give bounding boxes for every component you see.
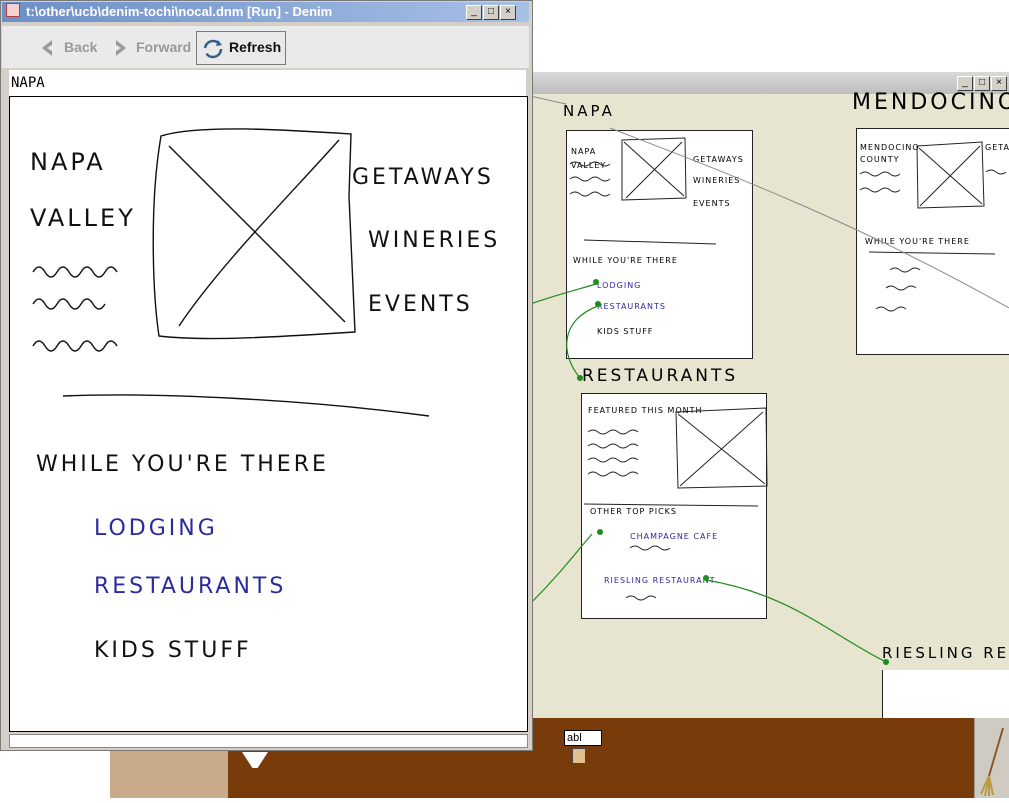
status-bar (9, 734, 528, 748)
stamp-icon[interactable] (572, 748, 586, 764)
refresh-button[interactable]: Refresh (196, 31, 286, 65)
text-tool[interactable]: abl (564, 730, 602, 746)
app-icon[interactable] (6, 3, 20, 17)
minimize-button[interactable]: _ (957, 76, 973, 91)
run-minimize-button[interactable]: _ (466, 5, 482, 20)
forward-button[interactable]: Forward (136, 34, 191, 60)
broom-icon (980, 727, 1004, 797)
eraser-tool[interactable] (974, 718, 1009, 798)
page-name-field: NAPA (9, 70, 526, 96)
close-button[interactable]: × (991, 76, 1007, 91)
page-sketch (32, 128, 430, 417)
run-maximize-button[interactable]: □ (483, 5, 499, 20)
maximize-button[interactable]: □ (974, 76, 990, 91)
forward-arrow-icon (110, 38, 130, 58)
run-window-titlebar[interactable]: t:\other\ucb\denim-tochi\nocal.dnm [Run]… (2, 2, 529, 22)
window-title: t:\other\ucb\denim-tochi\nocal.dnm [Run]… (26, 4, 333, 19)
refresh-icon (203, 39, 223, 59)
back-arrow-icon (38, 38, 58, 58)
refresh-label: Refresh (229, 39, 282, 55)
back-button[interactable]: Back (64, 34, 97, 60)
design-sketches (530, 95, 1009, 665)
run-close-button[interactable]: × (500, 5, 516, 20)
